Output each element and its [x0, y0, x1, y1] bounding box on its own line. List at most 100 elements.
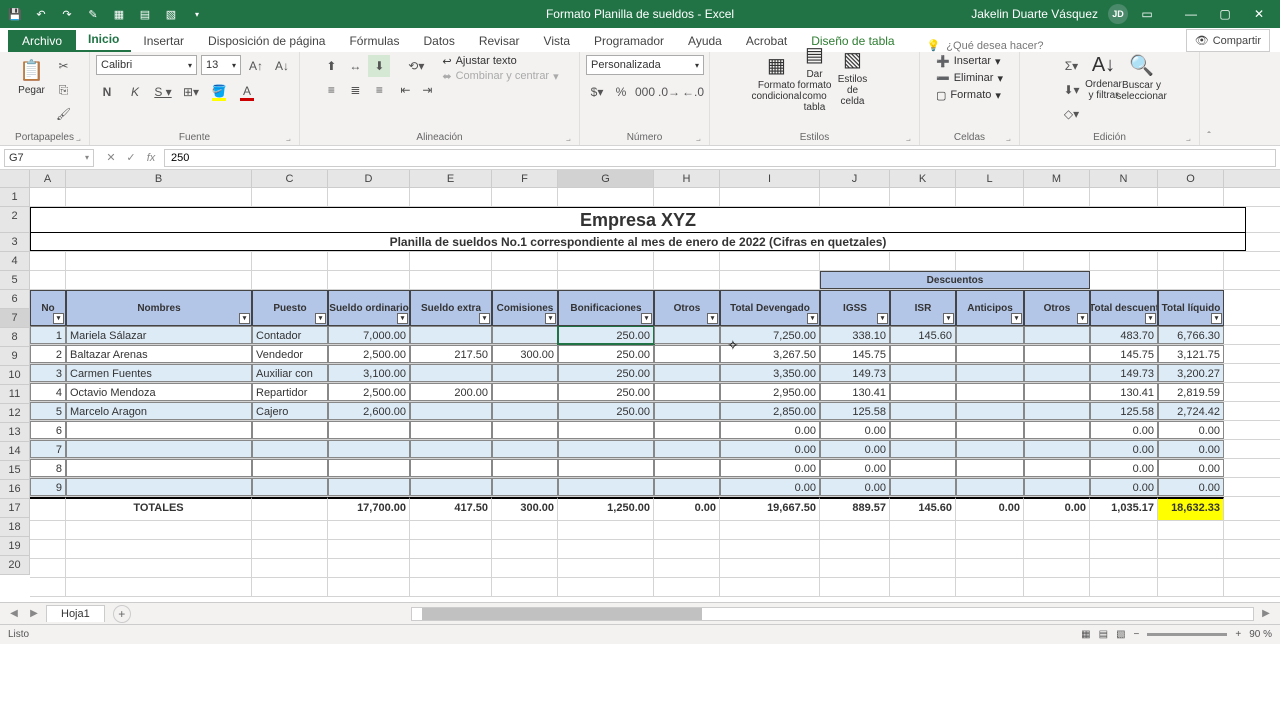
sheet-tab-hoja1[interactable]: Hoja1: [46, 605, 105, 622]
cell[interactable]: [720, 540, 820, 558]
enter-formula-icon[interactable]: ✓: [122, 149, 140, 167]
cell[interactable]: [1158, 521, 1224, 539]
save-icon[interactable]: 💾: [6, 5, 24, 23]
cell[interactable]: [558, 540, 654, 558]
font-name-select[interactable]: Calibri▾: [96, 55, 197, 75]
cell[interactable]: [328, 559, 410, 577]
cell[interactable]: [654, 188, 720, 206]
filter-icon[interactable]: ▾: [53, 313, 64, 324]
cell[interactable]: [820, 540, 890, 558]
data-cell[interactable]: [890, 478, 956, 496]
data-cell[interactable]: [492, 402, 558, 420]
totals-cell[interactable]: 417.50: [410, 497, 492, 520]
align-right-icon[interactable]: ≡: [368, 79, 390, 101]
data-cell[interactable]: 0.00: [1090, 440, 1158, 458]
row-header-1[interactable]: 1: [0, 188, 30, 207]
filter-icon[interactable]: ▾: [943, 313, 954, 324]
col-header-J[interactable]: J: [820, 170, 890, 187]
row-header-17[interactable]: 17: [0, 499, 30, 518]
row-header-15[interactable]: 15: [0, 461, 30, 480]
cell[interactable]: [890, 188, 956, 206]
data-cell[interactable]: 7,250.00: [720, 326, 820, 344]
italic-button[interactable]: K: [124, 81, 146, 103]
cell[interactable]: [956, 540, 1024, 558]
data-cell[interactable]: [66, 459, 252, 477]
cell[interactable]: [410, 252, 492, 270]
filter-icon[interactable]: ▾: [239, 313, 250, 324]
data-cell[interactable]: [410, 402, 492, 420]
data-cell[interactable]: [1024, 402, 1090, 420]
fx-icon[interactable]: fx: [142, 149, 160, 167]
data-cell[interactable]: [492, 459, 558, 477]
cell[interactable]: [890, 578, 956, 596]
view-normal-icon[interactable]: ▦: [1081, 629, 1090, 640]
cell[interactable]: [1158, 271, 1224, 289]
data-cell[interactable]: 2,500.00: [328, 383, 410, 401]
format-painter-icon[interactable]: 🖌: [53, 103, 75, 125]
cell[interactable]: [30, 188, 66, 206]
data-cell[interactable]: [890, 345, 956, 363]
row-header-2[interactable]: 2: [0, 207, 30, 233]
data-cell[interactable]: [654, 383, 720, 401]
cell[interactable]: [30, 252, 66, 270]
data-cell[interactable]: [328, 421, 410, 439]
totals-cell[interactable]: 145.60: [890, 497, 956, 520]
cell[interactable]: [66, 521, 252, 539]
data-cell[interactable]: Contador: [252, 326, 328, 344]
tab-review[interactable]: Revisar: [467, 30, 532, 52]
table-header[interactable]: IGSS▾: [820, 290, 890, 326]
totals-cell[interactable]: 1,035.17: [1090, 497, 1158, 520]
cell[interactable]: [252, 578, 328, 596]
filter-icon[interactable]: ▾: [1145, 313, 1156, 324]
fill-color-button[interactable]: 🪣: [208, 81, 230, 103]
data-cell[interactable]: [252, 478, 328, 496]
cell[interactable]: [1024, 252, 1090, 270]
redo-icon[interactable]: ↷: [58, 5, 76, 23]
cell[interactable]: [30, 559, 66, 577]
data-cell[interactable]: 0.00: [820, 440, 890, 458]
data-cell[interactable]: 0.00: [1090, 459, 1158, 477]
table-header[interactable]: Nombres▾: [66, 290, 252, 326]
cell[interactable]: [890, 521, 956, 539]
cell[interactable]: [252, 559, 328, 577]
col-header-L[interactable]: L: [956, 170, 1024, 187]
cell[interactable]: [252, 540, 328, 558]
table-header[interactable]: Total descuent▾: [1090, 290, 1158, 326]
horizontal-scrollbar[interactable]: [411, 607, 1254, 621]
data-cell[interactable]: [558, 478, 654, 496]
cell[interactable]: [492, 540, 558, 558]
row-header-7[interactable]: 7: [0, 309, 30, 328]
cell[interactable]: [720, 252, 820, 270]
data-cell[interactable]: [328, 440, 410, 458]
data-cell[interactable]: 2,850.00: [720, 402, 820, 420]
cell[interactable]: [66, 271, 252, 289]
cell[interactable]: [328, 188, 410, 206]
table-header[interactable]: ISR▾: [890, 290, 956, 326]
col-header-D[interactable]: D: [328, 170, 410, 187]
orientation-icon[interactable]: ⟲▾: [405, 55, 427, 77]
cell[interactable]: [720, 271, 820, 289]
data-cell[interactable]: 3,121.75: [1158, 345, 1224, 363]
data-cell[interactable]: [654, 478, 720, 496]
align-left-icon[interactable]: ≡: [320, 79, 342, 101]
cell[interactable]: [1024, 540, 1090, 558]
filter-icon[interactable]: ▾: [397, 313, 408, 324]
data-cell[interactable]: [492, 440, 558, 458]
cell[interactable]: [492, 271, 558, 289]
data-cell[interactable]: 250.00: [558, 364, 654, 382]
filter-icon[interactable]: ▾: [315, 313, 326, 324]
cell[interactable]: [820, 252, 890, 270]
cell[interactable]: [1024, 188, 1090, 206]
data-cell[interactable]: [956, 383, 1024, 401]
cell[interactable]: [956, 521, 1024, 539]
close-button[interactable]: ✕: [1244, 4, 1274, 24]
data-cell[interactable]: 2,950.00: [720, 383, 820, 401]
table-header[interactable]: Total Devengado▾: [720, 290, 820, 326]
cell[interactable]: [410, 578, 492, 596]
data-cell[interactable]: [1024, 345, 1090, 363]
row-header-3[interactable]: 3: [0, 233, 30, 252]
delete-cells-button[interactable]: ➖Eliminar ▾: [936, 72, 1003, 85]
format-as-table-button[interactable]: ▤Dar formato como tabla: [798, 55, 832, 99]
cell[interactable]: [492, 188, 558, 206]
table-header[interactable]: Anticipos▾: [956, 290, 1024, 326]
